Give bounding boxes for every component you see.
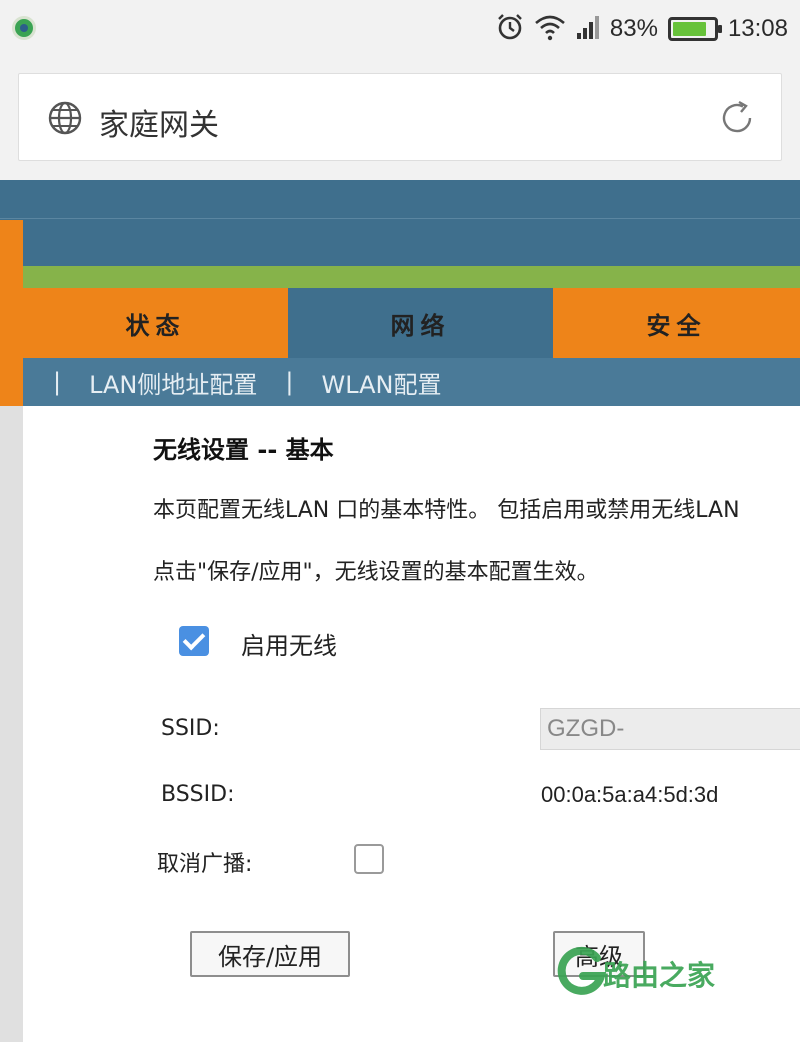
page-title: 家庭网关 <box>99 108 219 143</box>
hide-broadcast-label: 取消广播: <box>157 852 253 877</box>
ssid-value: GZGD- <box>547 715 625 742</box>
header-divider <box>0 218 800 219</box>
description-line-2: 点击"保存/应用"，无线设置的基本配置生效。 <box>153 560 599 585</box>
enable-wireless-label: 启用无线 <box>241 632 337 660</box>
tab-security[interactable]: 安全 <box>553 288 800 358</box>
battery-icon <box>667 17 722 41</box>
wifi-icon <box>534 13 566 45</box>
watermark: 路由之家 <box>553 946 715 1002</box>
header-band <box>0 180 800 266</box>
bssid-value: 00:0a:5a:a4:5d:3d <box>541 782 719 807</box>
sub-nav: | LAN侧地址配置 | WLAN配置 <box>23 358 800 406</box>
battery-percent: 83% <box>609 15 658 42</box>
screen: 83% 13:08 家庭网关 状态 网络 安全 | LAN侧地址配置 | WLA… <box>0 0 800 1042</box>
main-nav: 状态 网络 安全 <box>23 288 800 358</box>
status-bar: 83% 13:08 <box>0 0 800 58</box>
subnav-lan-config[interactable]: LAN侧地址配置 <box>89 365 257 400</box>
bssid-label: BSSID: <box>161 782 235 807</box>
subnav-wlan-config[interactable]: WLAN配置 <box>321 365 441 400</box>
ssid-label: SSID: <box>161 716 220 741</box>
subnav-separator: | <box>53 368 62 396</box>
tab-network[interactable]: 网络 <box>288 288 553 358</box>
watermark-logo-icon <box>553 944 609 1004</box>
router-page: 状态 网络 安全 | LAN侧地址配置 | WLAN配置 无线设置 -- 基本 … <box>0 180 800 1042</box>
reload-icon[interactable] <box>717 98 757 142</box>
section-title: 无线设置 -- 基本 <box>153 436 334 464</box>
app-notification-icon <box>12 16 36 40</box>
description-line-1: 本页配置无线LAN 口的基本特性。 包括启用或禁用无线LAN <box>153 498 740 523</box>
left-accent <box>0 220 23 406</box>
tab-status[interactable]: 状态 <box>23 288 288 358</box>
signal-icon <box>576 13 600 45</box>
globe-icon <box>47 100 83 140</box>
subnav-separator: | <box>285 368 294 396</box>
save-apply-button[interactable]: 保存/应用 <box>190 931 350 977</box>
address-bar[interactable]: 家庭网关 <box>18 73 782 161</box>
alarm-icon <box>496 13 524 45</box>
header-stripe <box>0 266 800 288</box>
battery-fill <box>672 22 707 36</box>
clock: 13:08 <box>727 15 788 42</box>
status-bar-right: 83% 13:08 <box>496 12 788 46</box>
left-gutter <box>0 406 23 1042</box>
hide-broadcast-checkbox[interactable] <box>354 844 384 874</box>
ssid-input[interactable]: GZGD- <box>540 708 800 750</box>
enable-wireless-checkbox[interactable] <box>179 626 209 656</box>
watermark-text: 路由之家 <box>603 959 716 992</box>
